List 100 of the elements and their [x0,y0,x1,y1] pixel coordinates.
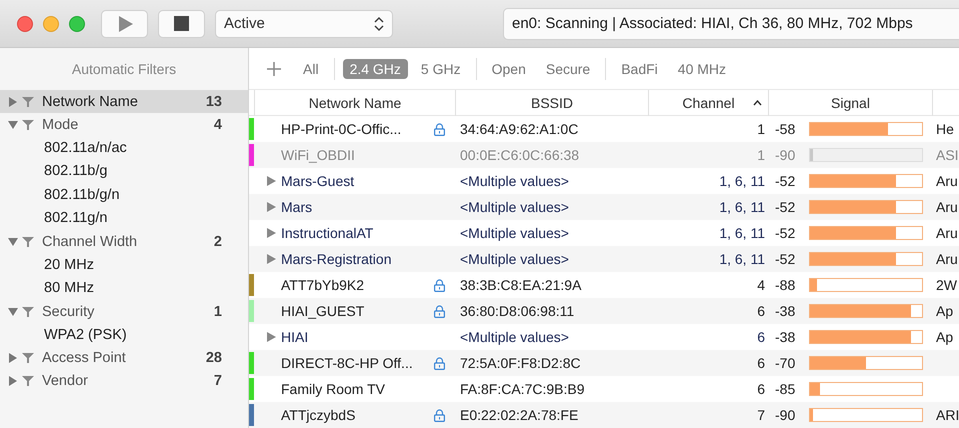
channel-cell-text: 7 [756,406,766,425]
filter-item[interactable]: Vendor 7 [0,370,248,392]
expand-triangle-icon[interactable] [8,376,18,386]
bssid-cell-text: FA:8F:CA:7C:9B:B9 [459,380,586,399]
vendor-cell: He [936,121,954,137]
filter-item[interactable]: Channel Width 2 [0,230,248,253]
channel-cell-text: 1 [756,120,766,139]
expand-triangle-icon[interactable] [8,353,18,363]
funnel-icon [22,118,34,130]
filter-item[interactable]: Security 1 [0,300,248,323]
filter-item[interactable]: Network Name 13 [0,90,248,113]
network-name: Mars-Guest [281,173,356,189]
bssid-cell-text: <Multiple values> [459,328,570,347]
rssi-value: -38 [775,303,796,319]
zoom-button[interactable] [69,16,85,32]
network-name: Mars [281,199,314,215]
filter-toggle[interactable]: Secure [538,58,598,78]
bssid-cell-text: <Multiple values> [459,198,570,217]
filter-value[interactable]: 20 MHz [0,253,248,276]
channel-cell-text: 6 [756,354,766,373]
rssi-value: -70 [775,355,796,371]
close-button[interactable] [17,16,33,32]
filter-item[interactable]: Access Point 28 [0,346,248,370]
vendor-cell: 2W [936,277,957,293]
channel-cell-text: 1, 6, 11 [718,198,766,217]
rssi-value: -58 [775,121,796,137]
filter-toggle[interactable]: All [296,58,326,78]
channel-cell-text: 4 [756,276,766,295]
channel-cell-text: 1, 6, 11 [718,250,766,269]
filter-toggle[interactable]: Open [484,58,533,78]
network-name: WiFi_OBDII [281,147,356,163]
collapse-triangle-icon[interactable] [8,306,18,316]
minimize-button[interactable] [43,16,59,32]
filter-value[interactable]: 802.11a/n/ac [0,136,248,160]
channel-cell-text: 1, 6, 11 [718,172,766,191]
network-name: Family Room TV [281,381,386,397]
sort-ascending-icon [753,100,762,106]
vendor-cell: Aru [936,251,958,267]
bssid-cell-text: 36:80:D8:06:98:11 [459,302,576,321]
channel-cell-text: 6 [756,380,766,399]
bssid-cell-text: 00:0E:C6:0C:66:38 [459,146,580,165]
vendor-cell: Aru [936,199,958,215]
network-name: ATTjczybdS [281,407,356,423]
expand-triangle-icon[interactable] [267,176,276,186]
rssi-value: -52 [775,225,796,241]
filter-item[interactable]: Mode 4 [0,113,248,136]
add-icon[interactable] [266,60,282,76]
filter-value[interactable]: 80 MHz [0,276,248,300]
expand-triangle-icon[interactable] [267,228,276,238]
rssi-value: -90 [775,147,796,163]
filter-value[interactable]: 802.11g/n [0,206,248,230]
channel-cell-text: 6 [756,328,766,347]
rssi-value: -85 [775,381,796,397]
bssid-cell-text: <Multiple values> [459,250,570,269]
rssi-value: -52 [775,251,796,267]
network-name: HIAI_GUEST [281,303,366,319]
network-name: InstructionalAT [281,225,374,241]
scope-dropdown[interactable]: Active [215,10,393,38]
rssi-value: -52 [775,173,796,189]
network-name: Mars-Registration [281,251,392,267]
filter-value[interactable]: 802.11b/g/n [0,183,248,206]
bssid-cell-text: <Multiple values> [459,172,570,191]
expand-triangle-icon[interactable] [267,254,276,264]
vendor-cell: ASI [936,147,959,163]
funnel-icon [22,352,34,364]
bssid-cell-text: E0:22:02:2A:78:FE [459,406,580,425]
stop-button[interactable] [158,10,205,38]
filter-value[interactable]: WPA2 (PSK) [0,323,248,346]
funnel-icon [22,96,34,108]
rssi-value: -38 [775,329,796,345]
network-name: ATT7bYb9K2 [281,277,366,293]
network-name: DIRECT-8C-HP Off... [281,355,414,371]
collapse-triangle-icon[interactable] [8,236,18,246]
expand-triangle-icon[interactable] [267,332,276,342]
expand-triangle-icon[interactable] [8,96,18,106]
vendor-cell: Aru [936,173,958,189]
play-button[interactable] [101,10,148,38]
bssid-cell-text: 34:64:A9:62:A1:0C [459,120,580,139]
channel-cell-text: 6 [756,302,766,321]
filter-value[interactable]: 802.11b/g [0,160,248,183]
vendor-cell: Ap [936,303,954,319]
rssi-value: -90 [775,407,796,423]
bssid-cell-text: <Multiple values> [459,224,570,243]
funnel-icon [22,236,34,248]
vendor-cell: ARI [936,407,959,423]
rssi-value: -52 [775,199,796,215]
stop-icon [174,16,189,31]
rssi-value: -88 [775,277,796,293]
filter-toggle[interactable]: 5 GHz [414,58,468,78]
expand-triangle-icon[interactable] [267,202,276,212]
filter-toggle[interactable]: 40 MHz [670,58,734,78]
bssid-cell-text: 38:3B:C8:EA:21:9A [459,276,582,295]
bssid-cell-text: 72:5A:0F:F8:D2:8C [459,354,582,373]
filter-toggle[interactable]: BadFi [614,58,665,78]
network-name: HP-Print-0C-Offic... [281,121,402,137]
funnel-icon [22,306,34,318]
vendor-cell: Aru [936,225,958,241]
updown-icon [374,16,384,32]
collapse-triangle-icon[interactable] [8,120,18,130]
channel-cell-text: 1 [756,146,766,165]
